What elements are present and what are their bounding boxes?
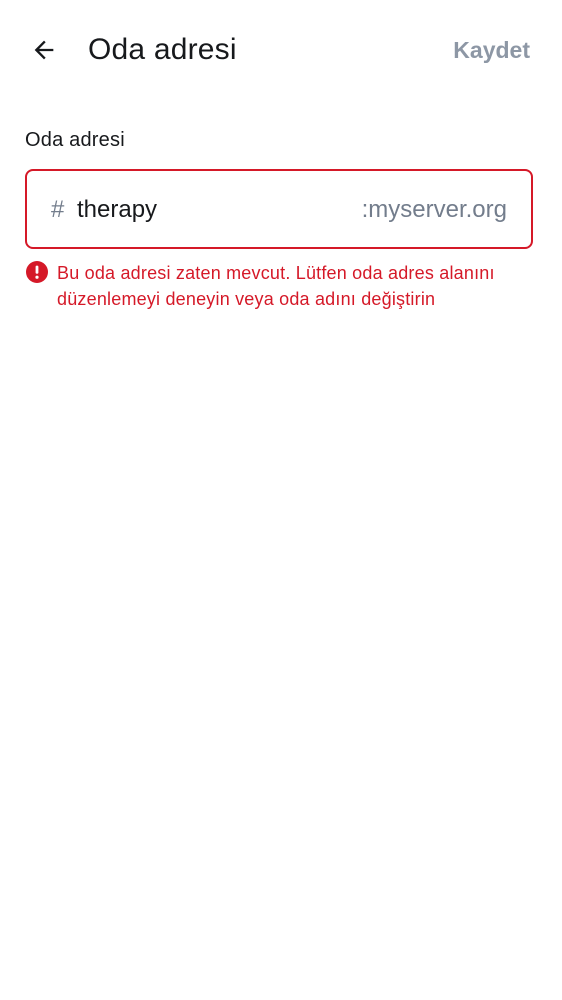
server-suffix: :myserver.org: [361, 196, 507, 223]
room-address-field[interactable]: # :myserver.org: [25, 169, 533, 249]
error-message: Bu oda adresi zaten mevcut. Lütfen oda a…: [57, 263, 495, 309]
arrow-left-icon: [34, 40, 54, 60]
hash-prefix: #: [51, 196, 65, 223]
top-app-bar: Oda adresi Kaydet: [0, 0, 562, 100]
room-address-label: Oda adresi: [25, 129, 125, 151]
save-button[interactable]: Kaydet: [453, 34, 530, 66]
room-alias-input[interactable]: [77, 191, 337, 229]
back-button[interactable]: [22, 28, 66, 72]
page-title: Oda adresi: [88, 33, 237, 66]
error-icon: [26, 261, 48, 283]
